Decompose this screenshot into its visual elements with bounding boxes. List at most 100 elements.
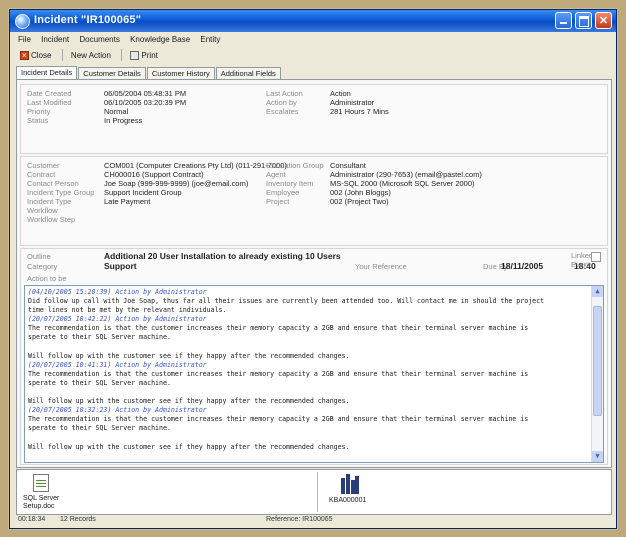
status-reference: Reference: IR100065 xyxy=(266,516,333,523)
close-label: Close xyxy=(31,51,52,60)
incident-type-group-label: Incident Type Group xyxy=(27,188,95,197)
date-created-value: 06/05/2004 05:48:31 PM xyxy=(104,89,187,98)
title-bar[interactable]: Incident "IR100065" ✕ xyxy=(10,10,616,32)
incident-summary-section: Date Created 06/05/2004 05:48:31 PM Last… xyxy=(20,84,608,154)
agent-value[interactable]: Administrator (290-7653) (email@pastel.c… xyxy=(330,170,482,179)
project-value[interactable]: 002 (Project Two) xyxy=(330,197,389,206)
escalation-group-value[interactable]: Consultant xyxy=(330,161,366,170)
scroll-thumb[interactable] xyxy=(593,306,602,416)
toolbar: Close New Action Print xyxy=(17,49,163,63)
contract-label: Contract xyxy=(27,170,56,179)
window-title: Incident "IR100065" xyxy=(34,14,142,26)
menu-entity[interactable]: Entity xyxy=(200,35,220,44)
action-by-label: Action by xyxy=(266,98,297,107)
incident-type-group-value[interactable]: Support Incident Group xyxy=(104,188,182,197)
action-entry-text: The recommendation is that the customer … xyxy=(28,415,529,424)
action-entry-text: Will follow up with the customer see if … xyxy=(28,351,350,360)
status-label: Status xyxy=(27,116,49,125)
action-entry-text: sperate to their SQL Server machine. xyxy=(28,424,171,433)
contract-value[interactable]: CH000016 (Support Contract) xyxy=(104,170,204,179)
minimize-button[interactable] xyxy=(555,12,572,29)
attachment-name-line1: KBA000001 xyxy=(329,497,367,504)
workflow-label: Workflow xyxy=(27,206,58,215)
close-button[interactable]: Close xyxy=(17,49,54,62)
action-entry-text: sperate to their SQL Server machine. xyxy=(28,378,171,387)
workflow-step-label: Workflow Step xyxy=(27,215,76,224)
menu-incident[interactable]: Incident xyxy=(41,35,69,44)
action-by-value: Administrator xyxy=(330,98,375,107)
outline-label: Outline xyxy=(27,252,51,261)
project-label: Project xyxy=(266,197,290,206)
priority-label: Priority xyxy=(27,107,51,116)
toolbar-separator xyxy=(61,49,63,61)
action-history-textarea[interactable]: (04/10/2005 15:20:39) Action by Administ… xyxy=(24,285,604,463)
status-records: 12 Records xyxy=(60,516,96,523)
action-to-be-label: Action to be xyxy=(27,274,67,283)
menu-file[interactable]: File xyxy=(18,35,31,44)
incident-window: Incident "IR100065" ✕ File Incident Docu… xyxy=(9,9,617,529)
action-entry-text xyxy=(28,388,589,397)
action-entry-text: Will follow up with the customer see if … xyxy=(28,442,350,451)
last-modified-label: Last Modified xyxy=(27,98,72,107)
customer-assignment-section: Customer COM001 (Computer Creations Pty … xyxy=(20,156,608,246)
linked-event-checkbox[interactable] xyxy=(591,252,601,262)
action-entry-text: Will follow up with the customer see if … xyxy=(28,397,350,406)
customer-value[interactable]: COM001 (Computer Creations Pty Ltd) (011… xyxy=(104,161,287,170)
escalates-value: 281 Hours 7 Mins xyxy=(330,107,389,116)
app-icon xyxy=(15,14,30,29)
escalates-label: Escalates xyxy=(266,107,299,116)
menu-bar: File Incident Documents Knowledge Base E… xyxy=(18,35,228,47)
incident-type-value[interactable]: Late Payment xyxy=(104,197,150,206)
employee-value[interactable]: 002 (John Bloggs) xyxy=(330,188,391,197)
linked-event-label: Linked Event xyxy=(571,251,594,269)
tab-strip: Incident Details Customer Details Customer… xyxy=(16,66,282,80)
tab-incident-details[interactable]: Incident Details xyxy=(16,66,78,80)
escalation-group-label: Escalation Group xyxy=(266,161,324,170)
action-entry-text xyxy=(28,343,589,352)
agent-label: Agent xyxy=(266,170,286,179)
action-entry-text: time lines not be met by the relevant in… xyxy=(28,306,227,315)
contact-person-value[interactable]: Joe Soap (999-999-9999) (joe@email.com) xyxy=(104,179,248,188)
menu-documents[interactable]: Documents xyxy=(79,35,119,44)
close-icon xyxy=(20,49,29,62)
category-value: Support xyxy=(104,261,137,271)
incident-actions-section: Outline Additional 20 User Installation … xyxy=(20,248,608,465)
attachments-divider xyxy=(317,472,318,512)
action-history-lines: (04/10/2005 15:20:39) Action by Administ… xyxy=(28,288,589,452)
close-window-button[interactable]: ✕ xyxy=(595,12,612,29)
menu-knowledge-base[interactable]: Knowledge Base xyxy=(130,35,190,44)
action-entry-header: (20/07/2005 10:41:31) Action by Administ… xyxy=(28,360,207,369)
your-reference-label: Your Reference xyxy=(355,262,407,271)
attachment-sql-server-setup[interactable]: SQL Server Setup.doc xyxy=(23,474,59,511)
knowledge-base-icon xyxy=(341,474,359,494)
category-label: Category xyxy=(27,262,58,271)
due-date-value: 18/11/2005 xyxy=(501,261,544,271)
action-entry-header: (20/07/2005 10:42:22) Action by Administ… xyxy=(28,315,207,324)
last-action-value: Action xyxy=(330,89,351,98)
employee-label: Employee xyxy=(266,188,300,197)
new-action-button[interactable]: New Action xyxy=(68,49,114,62)
action-entry-text: sperate to their SQL Server machine. xyxy=(28,333,171,342)
scroll-up-arrow[interactable]: ▲ xyxy=(592,286,603,297)
priority-value: Normal xyxy=(104,107,129,116)
action-entry-text xyxy=(28,434,589,443)
customer-label: Customer xyxy=(27,161,60,170)
print-button[interactable]: Print xyxy=(127,49,160,62)
action-entry-header: (20/07/2005 10:32:23) Action by Administ… xyxy=(28,406,207,415)
action-entry-text: The recommendation is that the customer … xyxy=(28,369,529,378)
print-icon xyxy=(130,51,140,60)
incident-details-panel: Date Created 06/05/2004 05:48:31 PM Last… xyxy=(16,79,612,468)
status-time: 00:18:34 xyxy=(18,516,46,523)
last-action-label: Last Action xyxy=(266,89,303,98)
maximize-button[interactable] xyxy=(575,12,592,29)
attachment-name-line2: Setup.doc xyxy=(23,503,55,510)
inventory-item-value[interactable]: MS-SQL 2000 (Microsoft SQL Server 2000) xyxy=(330,179,475,188)
attachment-kba000001[interactable]: KBA000001 xyxy=(329,474,366,505)
last-modified-value: 06/10/2005 03:20:39 PM xyxy=(104,98,187,107)
contact-person-label: Contact Person xyxy=(27,179,79,188)
scroll-down-arrow[interactable]: ▼ xyxy=(592,451,603,462)
inventory-item-label: Inventory Item xyxy=(266,179,314,188)
action-entry-text: Did follow up call with Joe Soap, thus f… xyxy=(28,297,545,306)
status-value: In Progress xyxy=(104,116,143,125)
action-history-scrollbar[interactable]: ▲ ▼ xyxy=(591,286,603,462)
